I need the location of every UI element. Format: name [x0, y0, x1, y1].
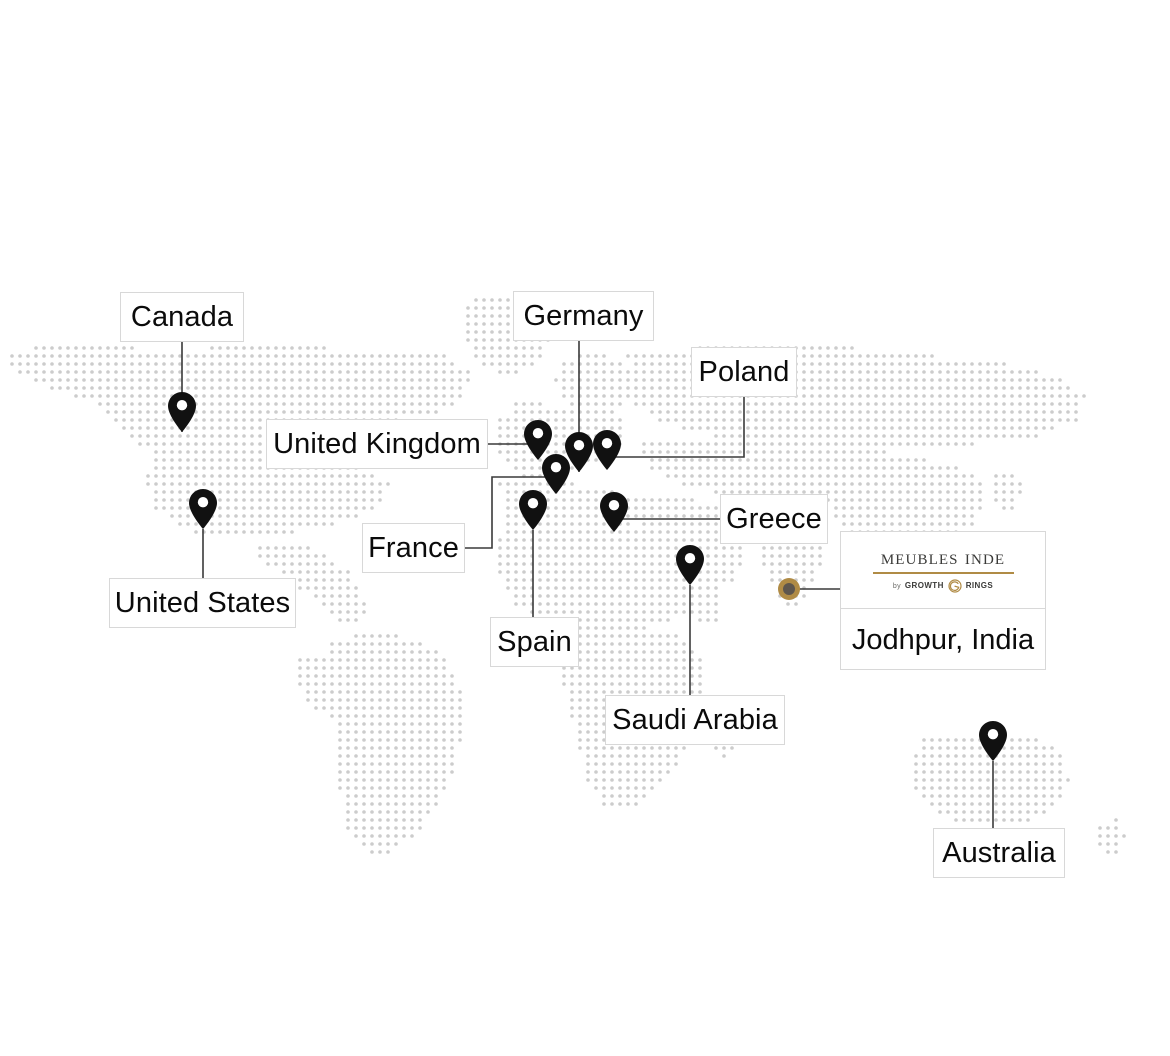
hq-brand-rule	[872, 572, 1014, 574]
hq-logo-panel: Meubles Inde by Growth Rings	[841, 532, 1045, 609]
growth-rings-logo-icon	[948, 579, 962, 593]
map-pin-australia[interactable]	[979, 721, 1007, 761]
map-pin-canada[interactable]	[168, 392, 196, 432]
hq-location-label: Jodhpur, India	[851, 623, 1035, 656]
hq-card[interactable]: Meubles Inde by Growth Rings Jodhpur, In…	[840, 531, 1046, 670]
map-pin-greece[interactable]	[600, 492, 628, 532]
connector-lines	[181, 341, 994, 828]
label-box-spain[interactable]: Spain	[490, 617, 579, 667]
label-box-saudi-arabia[interactable]: Saudi Arabia	[605, 695, 785, 745]
map-pin-poland[interactable]	[593, 430, 621, 470]
label-box-germany[interactable]: Germany	[513, 291, 654, 341]
hq-parent-left: Growth	[904, 579, 944, 592]
label-box-greece[interactable]: Greece	[720, 494, 828, 544]
hq-by-text: by	[892, 582, 901, 590]
world-map-infographic: Canada United States United Kingdom Germany…	[0, 0, 1170, 1056]
label-box-australia[interactable]: Australia	[933, 828, 1065, 878]
label-box-canada[interactable]: Canada	[120, 292, 244, 342]
map-pin-france[interactable]	[542, 454, 570, 494]
label-box-united-states[interactable]: United States	[109, 578, 296, 628]
hq-parent-brand: by Growth Rings	[893, 579, 993, 593]
label-box-france[interactable]: France	[362, 523, 465, 573]
hq-marker-dot[interactable]	[778, 578, 800, 600]
map-pin-united-states[interactable]	[189, 489, 217, 529]
label-box-united-kingdom[interactable]: United Kingdom	[266, 419, 488, 469]
label-box-poland[interactable]: Poland	[691, 347, 797, 397]
map-pin-saudi-arabia[interactable]	[676, 545, 704, 585]
hq-parent-right: Rings	[965, 579, 994, 592]
map-pin-spain[interactable]	[519, 490, 547, 530]
hq-brand-name: Meubles Inde	[880, 545, 1006, 569]
